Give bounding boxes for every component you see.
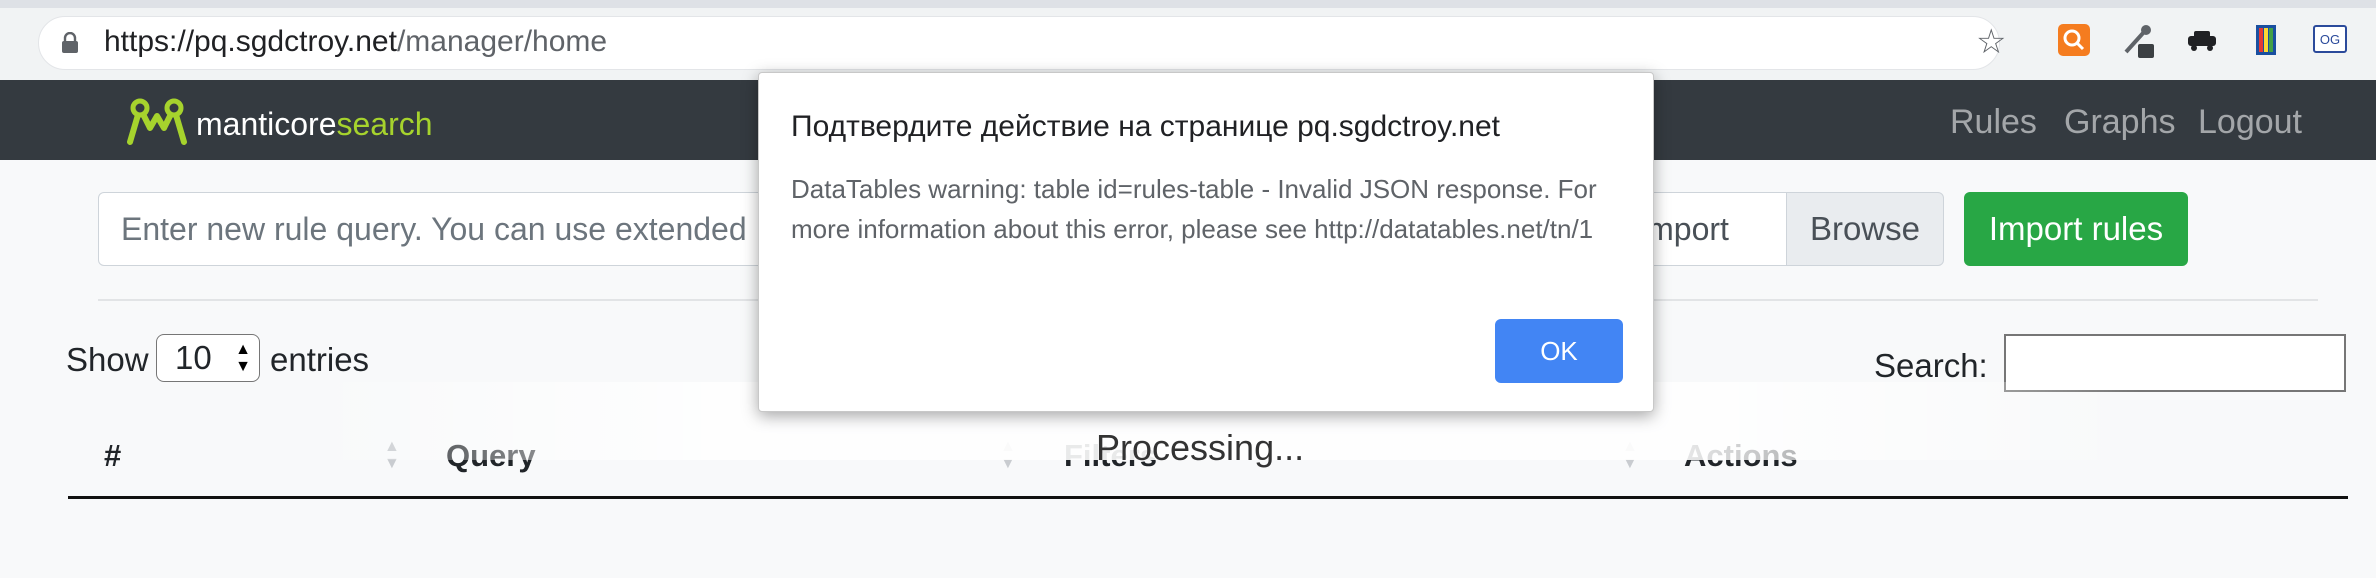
brand-accent: search bbox=[336, 106, 433, 142]
import-rules-button[interactable]: Import rules bbox=[1964, 192, 2188, 266]
nav-link-graphs[interactable]: Graphs bbox=[2064, 100, 2176, 144]
select-arrows-icon: ▲ ▼ bbox=[235, 341, 251, 375]
extension-car-icon[interactable] bbox=[2184, 22, 2220, 58]
svg-text:OG: OG bbox=[2320, 32, 2340, 47]
show-label: Show bbox=[66, 341, 149, 378]
nav-link-logout[interactable]: Logout bbox=[2198, 100, 2302, 144]
bookmark-star-icon[interactable]: ☆ bbox=[1976, 22, 2006, 62]
brand-main: manticore bbox=[196, 106, 337, 142]
brand-name[interactable]: manticoresearch bbox=[196, 104, 433, 144]
extension-eyedropper-icon[interactable] bbox=[2120, 22, 2156, 58]
nav-link-rules[interactable]: Rules bbox=[1950, 100, 2037, 144]
import-file-label[interactable]: import bbox=[1640, 192, 1786, 266]
processing-indicator: Processing... bbox=[1096, 427, 1305, 468]
extension-search-icon[interactable] bbox=[2056, 22, 2092, 58]
lock-icon bbox=[62, 32, 78, 53]
confirm-dialog: Подтвердите действие на странице pq.sgdc… bbox=[758, 72, 1654, 412]
page-length-select[interactable]: 10 ▲ ▼ bbox=[156, 334, 260, 382]
extension-book-icon[interactable] bbox=[2248, 22, 2284, 58]
dialog-ok-button[interactable]: OK bbox=[1495, 319, 1623, 383]
url-host: https://pq.sgdctroy.net bbox=[104, 25, 397, 58]
entries-label: entries bbox=[270, 341, 370, 378]
tab-strip bbox=[0, 0, 2376, 8]
extension-og-icon[interactable]: OG bbox=[2312, 22, 2348, 58]
browse-button[interactable]: Browse bbox=[1786, 192, 1944, 266]
page-length-value: 10 bbox=[175, 339, 212, 376]
url-path: /manager/home bbox=[396, 25, 608, 58]
table-header-border bbox=[68, 496, 2348, 499]
column-header-number[interactable]: # bbox=[104, 434, 121, 478]
dialog-title: Подтвердите действие на странице pq.sgdc… bbox=[791, 110, 1500, 143]
manticore-logo-icon[interactable] bbox=[126, 98, 188, 146]
dialog-message: DataTables warning: table id=rules-table… bbox=[791, 174, 1597, 244]
address-url[interactable]: https://pq.sgdctroy.net/manager/home bbox=[104, 22, 607, 62]
